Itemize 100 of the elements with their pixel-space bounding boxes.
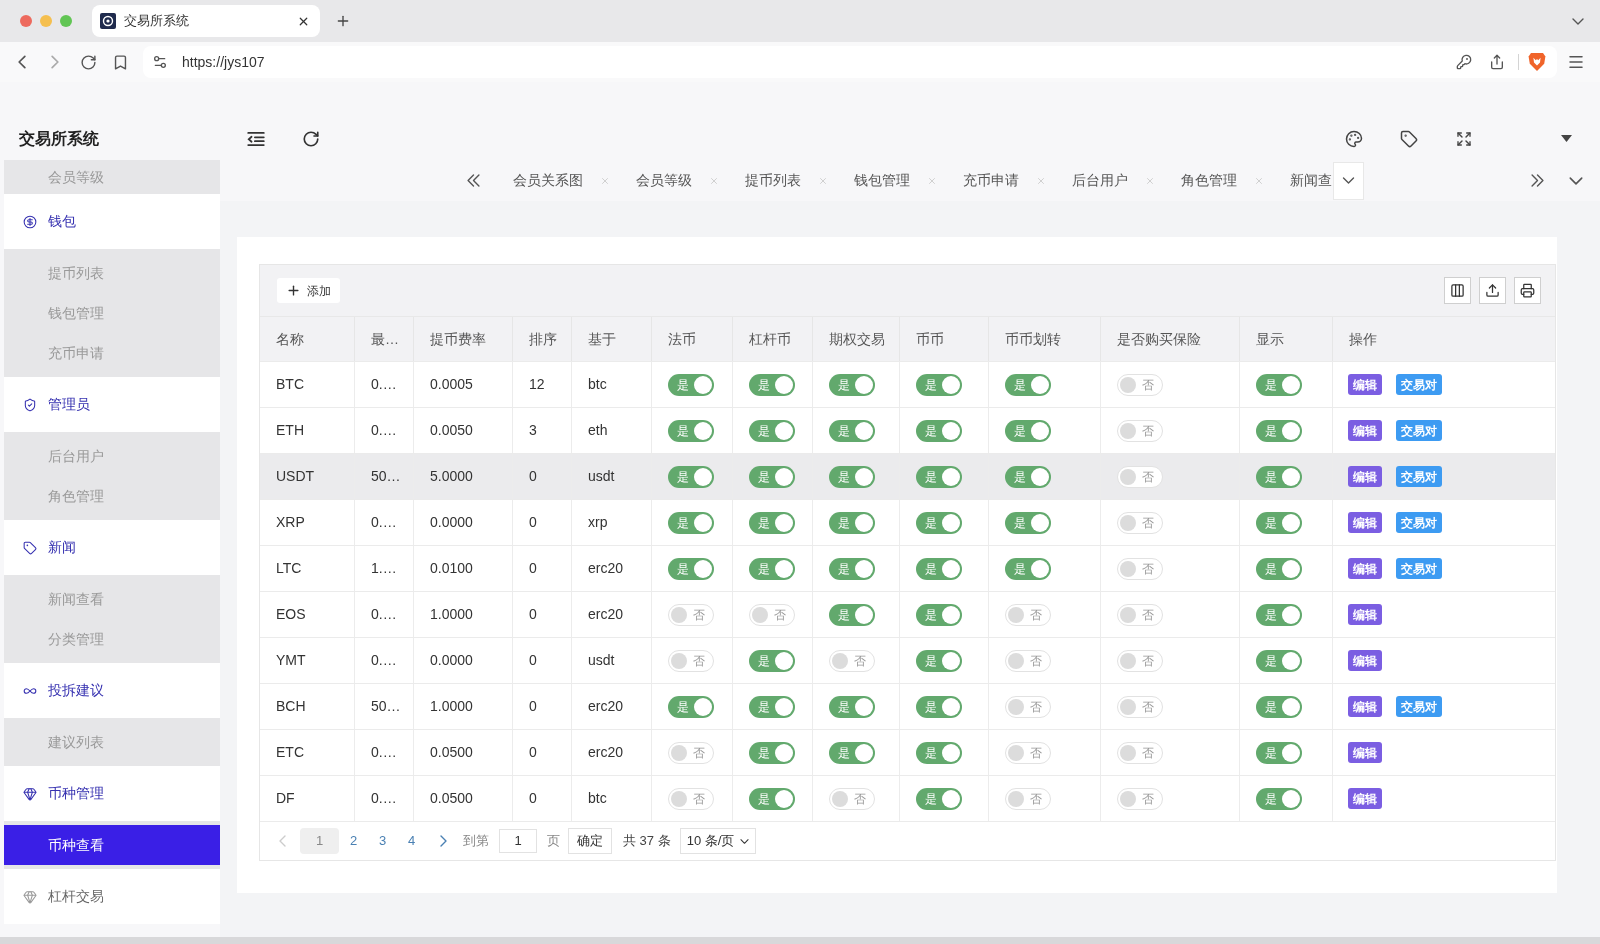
- edit-button[interactable]: 编辑: [1348, 374, 1382, 395]
- fullscreen-icon[interactable]: [1456, 130, 1472, 147]
- toggle-switch[interactable]: 否: [829, 787, 875, 810]
- toggle-switch[interactable]: 是: [1005, 511, 1051, 534]
- toggle-switch[interactable]: 否: [1117, 695, 1163, 718]
- confirm-button[interactable]: 确定: [568, 828, 612, 854]
- toggle-switch[interactable]: 是: [749, 557, 795, 580]
- page-tab[interactable]: 提币列表: [745, 161, 828, 200]
- toggle-switch[interactable]: 是: [916, 787, 962, 810]
- palette-icon[interactable]: [1345, 129, 1363, 148]
- toggle-switch[interactable]: 是: [1005, 419, 1051, 442]
- edit-button[interactable]: 编辑: [1348, 742, 1382, 763]
- toggle-switch[interactable]: 是: [1256, 741, 1302, 764]
- menu-group-item[interactable]: 管理员: [4, 377, 220, 432]
- toggle-switch[interactable]: 否: [1117, 557, 1163, 580]
- toggle-switch[interactable]: 是: [1256, 695, 1302, 718]
- trading-pair-button[interactable]: 交易对: [1396, 374, 1442, 395]
- menu-item[interactable]: 后台用户: [4, 436, 220, 476]
- columns-button[interactable]: [1444, 277, 1471, 304]
- toggle-switch[interactable]: 是: [829, 465, 875, 488]
- toggle-switch[interactable]: 否: [1117, 511, 1163, 534]
- menu-icon[interactable]: [1567, 53, 1585, 71]
- toggle-switch[interactable]: 是: [916, 465, 962, 488]
- toggle-switch[interactable]: 是: [1256, 557, 1302, 580]
- edit-button[interactable]: 编辑: [1348, 558, 1382, 579]
- toggle-switch[interactable]: 是: [916, 741, 962, 764]
- tag-icon[interactable]: [1400, 129, 1418, 148]
- toggle-switch[interactable]: 是: [1005, 465, 1051, 488]
- menu-group-item[interactable]: 新闻: [4, 520, 220, 575]
- edit-button[interactable]: 编辑: [1348, 420, 1382, 441]
- toggle-switch[interactable]: 否: [829, 649, 875, 672]
- edit-button[interactable]: 编辑: [1348, 466, 1382, 487]
- site-settings-icon[interactable]: [152, 54, 168, 70]
- toggle-switch[interactable]: 是: [668, 373, 714, 396]
- menu-group-item[interactable]: 币种管理: [4, 766, 220, 821]
- toggle-switch[interactable]: 否: [1117, 787, 1163, 810]
- toggle-switch[interactable]: 是: [916, 603, 962, 626]
- toggle-switch[interactable]: 是: [749, 419, 795, 442]
- toggle-switch[interactable]: 是: [749, 465, 795, 488]
- toggle-switch[interactable]: 是: [749, 741, 795, 764]
- edit-button[interactable]: 编辑: [1348, 604, 1382, 625]
- toggle-switch[interactable]: 是: [916, 557, 962, 580]
- toggle-switch[interactable]: 否: [1005, 695, 1051, 718]
- toggle-switch[interactable]: 否: [1005, 741, 1051, 764]
- toggle-switch[interactable]: 是: [668, 511, 714, 534]
- caret-down-icon[interactable]: [1561, 135, 1572, 142]
- page-number[interactable]: 3: [368, 828, 397, 854]
- toggle-switch[interactable]: 否: [668, 741, 714, 764]
- menu-item[interactable]: 角色管理: [4, 476, 220, 516]
- toggle-switch[interactable]: 否: [668, 603, 714, 626]
- menu-item[interactable]: 钱包管理: [4, 293, 220, 333]
- window-close-button[interactable]: [20, 15, 32, 27]
- menu-item[interactable]: 新闻查看: [4, 579, 220, 619]
- toggle-switch[interactable]: 是: [749, 787, 795, 810]
- page-tab[interactable]: 会员关系图: [513, 161, 610, 200]
- toggle-switch[interactable]: 是: [1256, 465, 1302, 488]
- browser-tab[interactable]: 交易所系统: [92, 5, 320, 37]
- toggle-switch[interactable]: 是: [1256, 787, 1302, 810]
- toggle-switch[interactable]: 是: [1256, 603, 1302, 626]
- page-input[interactable]: 1: [499, 829, 537, 853]
- menu-item[interactable]: 充币申请: [4, 333, 220, 373]
- page-tab[interactable]: 角色管理: [1181, 161, 1264, 200]
- page-number[interactable]: 4: [397, 828, 426, 854]
- toggle-switch[interactable]: 是: [749, 511, 795, 534]
- chevron-down-icon[interactable]: [1569, 176, 1583, 185]
- toggle-switch[interactable]: 否: [1005, 603, 1051, 626]
- menu-group-item[interactable]: 杠杆交易: [4, 869, 220, 924]
- menu-item[interactable]: 币种查看: [4, 825, 220, 865]
- edit-button[interactable]: 编辑: [1348, 650, 1382, 671]
- trading-pair-button[interactable]: 交易对: [1396, 420, 1442, 441]
- toggle-switch[interactable]: 是: [829, 741, 875, 764]
- menu-item[interactable]: 会员等级: [4, 160, 220, 194]
- page-tab[interactable]: 后台用户: [1072, 161, 1155, 200]
- address-field[interactable]: https://jys107: [143, 46, 1557, 78]
- trading-pair-button[interactable]: 交易对: [1396, 558, 1442, 579]
- trading-pair-button[interactable]: 交易对: [1396, 466, 1442, 487]
- toggle-switch[interactable]: 是: [829, 695, 875, 718]
- refresh-icon[interactable]: [302, 129, 320, 148]
- toggle-switch[interactable]: 是: [668, 557, 714, 580]
- toggle-switch[interactable]: 是: [829, 419, 875, 442]
- back-icon[interactable]: [18, 55, 26, 69]
- toggle-switch[interactable]: 是: [749, 649, 795, 672]
- bookmark-icon[interactable]: [112, 53, 129, 71]
- edit-button[interactable]: 编辑: [1348, 788, 1382, 809]
- toggle-switch[interactable]: 否: [668, 649, 714, 672]
- toggle-switch[interactable]: 是: [916, 373, 962, 396]
- toggle-switch[interactable]: 否: [1117, 741, 1163, 764]
- trading-pair-button[interactable]: 交易对: [1396, 512, 1442, 533]
- toggle-switch[interactable]: 是: [668, 695, 714, 718]
- page-tab[interactable]: 会员等级: [636, 161, 719, 200]
- toggle-switch[interactable]: 否: [1005, 649, 1051, 672]
- toggle-switch[interactable]: 否: [1117, 465, 1163, 488]
- toggle-switch[interactable]: 是: [1005, 557, 1051, 580]
- toggle-switch[interactable]: 是: [916, 511, 962, 534]
- export-button[interactable]: [1479, 277, 1506, 304]
- print-button[interactable]: [1514, 277, 1541, 304]
- toggle-switch[interactable]: 是: [916, 695, 962, 718]
- toggle-switch[interactable]: 是: [916, 419, 962, 442]
- toggle-switch[interactable]: 是: [916, 649, 962, 672]
- reload-icon[interactable]: [80, 53, 97, 71]
